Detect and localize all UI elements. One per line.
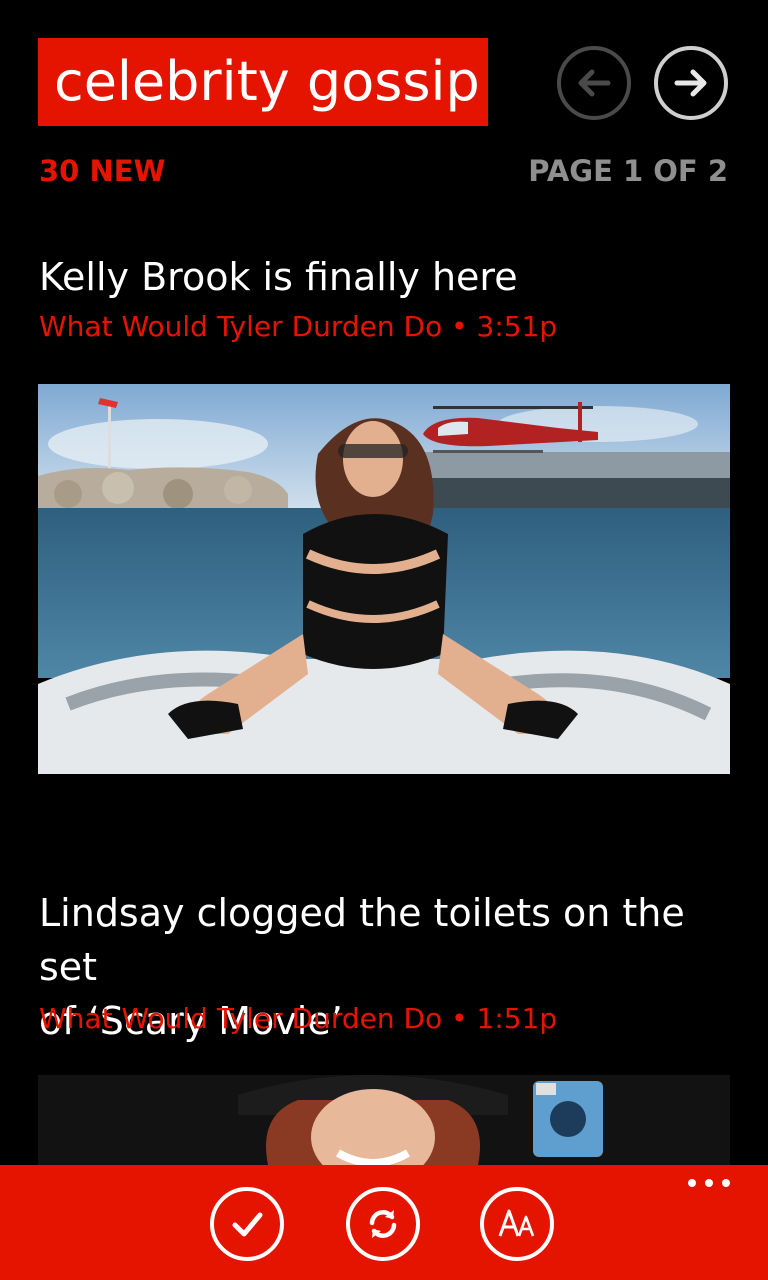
- check-icon: [232, 1212, 263, 1237]
- mark-read-button[interactable]: [210, 1187, 284, 1261]
- page-indicator: PAGE 1 OF 2: [528, 154, 728, 188]
- app-bar: [0, 1165, 768, 1280]
- previous-page-button[interactable]: [557, 46, 631, 120]
- page-title: celebrity gossip: [54, 50, 480, 113]
- arrow-left-icon: [578, 69, 611, 97]
- font-size-icon: [498, 1209, 535, 1237]
- arrow-right-icon: [674, 69, 707, 97]
- refresh-button[interactable]: [346, 1187, 420, 1261]
- font-size-button[interactable]: [480, 1187, 554, 1261]
- article-image[interactable]: [38, 384, 730, 774]
- new-count: 30 NEW: [39, 154, 166, 188]
- refresh-icon: [369, 1210, 397, 1238]
- next-page-button[interactable]: [654, 46, 728, 120]
- article-meta: What Would Tyler Durden Do • 1:51p: [39, 1002, 558, 1035]
- more-dots-icon[interactable]: [688, 1179, 730, 1187]
- article-image[interactable]: [38, 1075, 730, 1165]
- article-title[interactable]: Kelly Brook is finally here: [39, 250, 729, 304]
- article-meta: What Would Tyler Durden Do • 3:51p: [39, 310, 558, 343]
- article-title-line: Lindsay clogged the toilets on the set: [39, 891, 685, 989]
- page-title-box: celebrity gossip: [38, 38, 488, 126]
